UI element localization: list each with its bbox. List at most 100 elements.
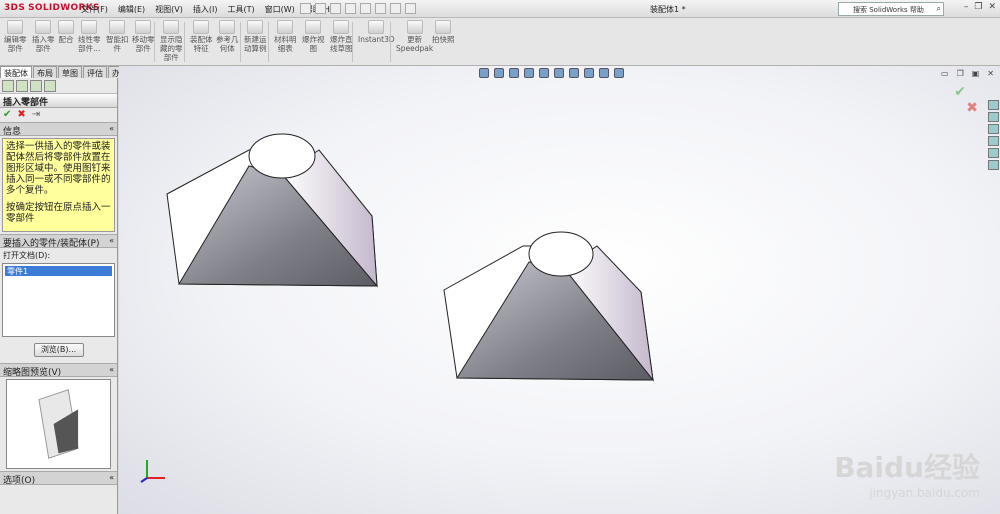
- ribbon-icon: [305, 20, 322, 34]
- ribbon-button-9[interactable]: 新建运 动算例: [244, 20, 267, 53]
- cancel-button[interactable]: ✖: [17, 109, 25, 121]
- select-icon[interactable]: [375, 3, 386, 14]
- ribbon-button-7[interactable]: 装配体 特征: [190, 20, 213, 53]
- thumbnail-preview-header[interactable]: 缩略图预览(V) «: [0, 363, 117, 378]
- collapse-icon[interactable]: «: [109, 473, 114, 482]
- window-controls: – ❐ ✕: [964, 2, 996, 12]
- menu-item-3[interactable]: 插入(I): [188, 4, 223, 15]
- ribbon-button-3[interactable]: 线性零 部件...: [78, 20, 101, 53]
- ribbon-icon: [58, 20, 74, 34]
- menu-item-5[interactable]: 窗口(W): [260, 4, 300, 15]
- ribbon-button-12[interactable]: 爆炸直 线草图: [330, 20, 353, 53]
- ribbon-button-label: 插入零 部件: [32, 35, 55, 53]
- menu-item-4[interactable]: 工具(T): [222, 4, 259, 15]
- ribbon-button-8[interactable]: 参考几 何体: [216, 20, 239, 53]
- ribbon-icon: [247, 20, 264, 34]
- manager-tabs: [0, 78, 117, 94]
- ribbon-button-6[interactable]: 显示隐 藏的零 部件: [160, 20, 183, 62]
- tab-3[interactable]: 评估: [83, 66, 107, 78]
- search-icon[interactable]: ⌕: [937, 4, 941, 14]
- undo-icon[interactable]: [360, 3, 371, 14]
- panel-actions: ✔ ✖ ⇥: [0, 108, 117, 122]
- options-header[interactable]: 选项(O) «: [0, 471, 117, 486]
- thumbnail-preview: [6, 379, 111, 469]
- collapse-icon[interactable]: «: [109, 124, 114, 133]
- ribbon-icon: [277, 20, 294, 34]
- thumbnail-part-image: [38, 389, 79, 459]
- ribbon-separator: [240, 22, 241, 62]
- ribbon-button-label: 材料明 细表: [274, 35, 297, 53]
- ribbon-separator: [184, 22, 185, 62]
- menu-item-2[interactable]: 视图(V): [150, 4, 188, 15]
- ribbon-button-label: 新建运 动算例: [244, 35, 267, 53]
- ribbon-icon: [193, 20, 210, 34]
- info-header[interactable]: 信息 «: [0, 122, 117, 137]
- open-documents-label: 打开文档(D):: [3, 251, 51, 260]
- ribbon-button-5[interactable]: 移动零 部件: [132, 20, 155, 53]
- feature-tree-icon[interactable]: [2, 80, 14, 92]
- ribbon-button-10[interactable]: 材料明 细表: [274, 20, 297, 53]
- options-icon[interactable]: [405, 3, 416, 14]
- ribbon-icon: [368, 20, 385, 34]
- save-icon[interactable]: [330, 3, 341, 14]
- tab-0[interactable]: 装配体: [0, 66, 32, 78]
- ribbon-separator: [390, 22, 391, 62]
- pin-button[interactable]: ⇥: [32, 109, 40, 121]
- info-message: 选择一供插入的零件或装配体然后将零部件放置在图形区域中。使用图钉来插入同一或不同…: [2, 138, 115, 232]
- property-manager-icon[interactable]: [16, 80, 28, 92]
- list-item[interactable]: 零件1: [5, 266, 112, 276]
- ribbon-button-0[interactable]: 编辑零 部件: [4, 20, 27, 53]
- menu-item-1[interactable]: 编辑(E): [113, 4, 150, 15]
- ribbon-separator: [154, 22, 155, 62]
- collapse-icon[interactable]: «: [109, 365, 114, 374]
- reference-triad: [140, 460, 165, 483]
- ribbon-icon: [406, 20, 423, 34]
- menu-item-0[interactable]: 文件(F): [76, 4, 113, 15]
- close-button[interactable]: ✕: [988, 2, 996, 12]
- config-manager-icon[interactable]: [30, 80, 42, 92]
- new-icon[interactable]: [300, 3, 311, 14]
- ribbon-icon: [219, 20, 236, 34]
- ribbon-button-11[interactable]: 爆炸视 图: [302, 20, 325, 53]
- part-assembly-header[interactable]: 要插入的零件/装配体(P) «: [0, 234, 117, 249]
- ok-button[interactable]: ✔: [3, 109, 11, 121]
- browse-button[interactable]: 浏览(B)...: [33, 343, 84, 357]
- ribbon-button-4[interactable]: 智能扣 件: [106, 20, 129, 53]
- ribbon-button-15[interactable]: 拍快照: [432, 20, 455, 44]
- graphics-area[interactable]: ▭ ❐ ▣ ✕ ✔ ✖ Baidu经验 jingyan.baidu.com: [119, 66, 1000, 514]
- part-instance-1[interactable]: [166, 133, 379, 288]
- ribbon-button-label: 配合: [58, 35, 74, 44]
- ribbon-separator: [268, 22, 269, 62]
- ribbon-button-label: 参考几 何体: [216, 35, 239, 53]
- ribbon-icon: [135, 20, 152, 34]
- ribbon-button-label: 移动零 部件: [132, 35, 155, 53]
- ribbon-button-label: 更新 Speedpak: [396, 35, 434, 53]
- menu-bar: 文件(F)编辑(E)视图(V)插入(I)工具(T)窗口(W)帮助(H): [76, 4, 338, 15]
- ribbon-icon: [109, 20, 126, 34]
- ribbon-button-1[interactable]: 插入零 部件: [32, 20, 55, 53]
- property-manager: 插入零部件 ✔ ✖ ⇥ 信息 « 选择一供插入的零件或装配体然后将零部件放置在图形…: [0, 78, 118, 514]
- tab-2[interactable]: 草图: [58, 66, 82, 78]
- open-documents-list[interactable]: 零件1: [2, 263, 115, 337]
- appearance-icon[interactable]: [44, 80, 56, 92]
- print-icon[interactable]: [345, 3, 356, 14]
- ribbon-separator: [352, 22, 353, 62]
- ribbon-button-2[interactable]: 配合: [58, 20, 74, 44]
- ribbon-button-label: 显示隐 藏的零 部件: [160, 35, 183, 62]
- ribbon-icon: [163, 20, 180, 34]
- rebuild-icon[interactable]: [390, 3, 401, 14]
- ribbon-button-label: 编辑零 部件: [4, 35, 27, 53]
- collapse-icon[interactable]: «: [109, 236, 114, 245]
- ribbon-button-label: 线性零 部件...: [78, 35, 101, 53]
- minimize-button[interactable]: –: [964, 2, 969, 12]
- ribbon-icon: [81, 20, 98, 34]
- restore-button[interactable]: ❐: [974, 2, 982, 12]
- ribbon-icon: [435, 20, 452, 34]
- watermark: Baidu经验 jingyan.baidu.com: [834, 451, 980, 500]
- tab-1[interactable]: 布局: [33, 66, 57, 78]
- help-search-input[interactable]: 搜索 SolidWorks 帮助 ⌕: [838, 2, 944, 16]
- ribbon-button-14[interactable]: 更新 Speedpak: [396, 20, 433, 53]
- part-instance-2[interactable]: [443, 231, 655, 382]
- open-icon[interactable]: [315, 3, 326, 14]
- command-manager: 编辑零 部件 插入零 部件 配合 线性零 部件... 智能扣 件移动零 部件 显示隐 藏的…: [0, 18, 1000, 66]
